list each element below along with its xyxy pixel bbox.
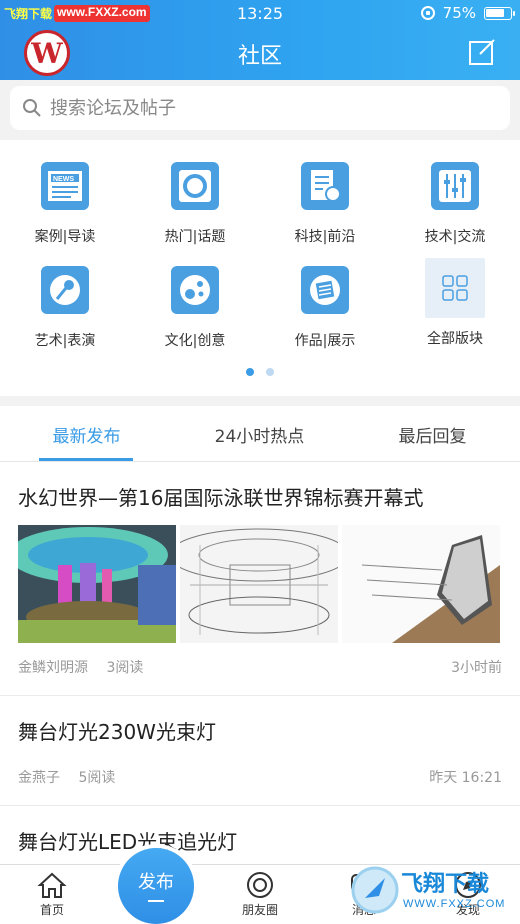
post-time: 3小时前	[451, 660, 502, 676]
nav-home[interactable]: 首页	[0, 871, 104, 918]
publish-label: 发布	[138, 872, 174, 893]
microphone-icon	[41, 266, 89, 314]
category-culture[interactable]: 文化|创意	[130, 266, 260, 350]
watermark-text: 飞翔下载	[401, 872, 490, 897]
post-author[interactable]: 金燕子	[18, 770, 60, 786]
svg-text:NEWS: NEWS	[53, 176, 74, 183]
category-label: 技术|交流	[424, 229, 486, 245]
moments-icon	[247, 872, 273, 898]
active-tab-indicator	[39, 458, 133, 461]
grid-icon	[425, 258, 485, 318]
category-hot-topic[interactable]: 热门|话题	[130, 162, 260, 246]
post-feed: 水幻世界—第16届国际泳联世界锦标赛开幕式 金鳞刘明源 3阅读 3小时前 舞台灯…	[0, 462, 520, 864]
category-label: 艺术|表演	[34, 333, 96, 349]
works-icon	[301, 266, 349, 314]
category-all[interactable]: 全部版块	[390, 258, 520, 348]
status-bar: 飞翔下载 www.FXXZ.com 13:25 75%	[0, 0, 520, 26]
page-title: 社区	[237, 44, 282, 69]
category-case-guide[interactable]: NEWS 案例|导读	[0, 162, 130, 246]
nav-label: 朋友圈	[241, 903, 278, 917]
category-label: 作品|展示	[294, 333, 356, 349]
mixer-icon	[431, 162, 479, 210]
category-grid: NEWS 案例|导读 热门|话题 科技|前沿 技术|交流 艺术|表演 文化|创意	[0, 140, 520, 396]
tab-latest[interactable]: 最新发布	[0, 422, 173, 447]
status-right: 75%	[420, 4, 515, 22]
news-icon: NEWS	[41, 162, 89, 210]
post-reads: 3阅读	[106, 660, 144, 676]
category-label: 全部版块	[427, 331, 483, 347]
post-meta: 金鳞刘明源 3阅读 3小时前	[18, 643, 502, 695]
publish-button[interactable]: 发布	[118, 848, 194, 924]
download-site-watermark: 飞翔下载 WWW.FXXZ.COM	[345, 860, 515, 922]
tab-24h-hot[interactable]: 24小时热点	[173, 422, 346, 447]
feed-tabs: 最新发布 24小时热点 最后回复	[0, 406, 520, 462]
home-icon	[37, 872, 67, 898]
culture-icon	[171, 266, 219, 314]
post-image[interactable]	[180, 525, 338, 643]
category-tech[interactable]: 科技|前沿	[260, 162, 390, 246]
publish-bar	[148, 900, 164, 902]
category-works[interactable]: 作品|展示	[260, 266, 390, 350]
post-title: 舞台灯光LED光束追光灯	[18, 830, 238, 854]
post-item[interactable]: 舞台灯光LED光束追光灯	[0, 806, 520, 855]
category-label: 案例|导读	[34, 229, 96, 245]
post-meta: 金燕子 5阅读 昨天 16:21	[18, 745, 502, 805]
post-image[interactable]	[342, 525, 500, 643]
page-dot-active[interactable]	[246, 368, 254, 376]
post-author[interactable]: 金鳞刘明源	[18, 660, 88, 676]
battery-icon	[484, 6, 515, 20]
rotation-lock-icon	[420, 6, 435, 20]
tab-last-reply[interactable]: 最后回复	[346, 422, 519, 447]
hot-topic-icon	[171, 162, 219, 210]
category-art-performance[interactable]: 艺术|表演	[0, 266, 130, 350]
post-item[interactable]: 水幻世界—第16届国际泳联世界锦标赛开幕式 金鳞刘明源 3阅读 3小时前	[0, 462, 520, 696]
search-icon	[23, 99, 41, 117]
search-bar[interactable]	[10, 86, 510, 130]
category-label: 科技|前沿	[294, 229, 356, 245]
battery-percent: 75%	[442, 4, 476, 22]
nav-label: 首页	[39, 903, 64, 917]
post-reads: 5阅读	[78, 770, 116, 786]
post-title: 水幻世界—第16届国际泳联世界锦标赛开幕式	[18, 486, 424, 510]
watermark-site: WWW.FXXZ.COM	[403, 898, 506, 910]
search-area	[0, 80, 520, 138]
post-title: 舞台灯光230W光束灯	[18, 720, 216, 744]
category-tech-exchange[interactable]: 技术|交流	[390, 162, 520, 246]
page-dot[interactable]	[266, 368, 274, 376]
search-input[interactable]	[50, 97, 490, 119]
compose-icon[interactable]	[468, 38, 496, 66]
category-label: 热门|话题	[164, 229, 226, 245]
post-item[interactable]: 舞台灯光230W光束灯 金燕子 5阅读 昨天 16:21	[0, 696, 520, 806]
tech-icon	[301, 162, 349, 210]
page-indicator	[0, 368, 520, 376]
post-time: 昨天 16:21	[429, 770, 502, 786]
post-images	[18, 525, 502, 643]
nav-moments[interactable]: 朋友圈	[208, 871, 312, 918]
category-label: 文化|创意	[164, 333, 226, 349]
post-image[interactable]	[18, 525, 176, 643]
app-header: 飞翔下载 www.FXXZ.com 13:25 75% W 社区	[0, 0, 520, 80]
